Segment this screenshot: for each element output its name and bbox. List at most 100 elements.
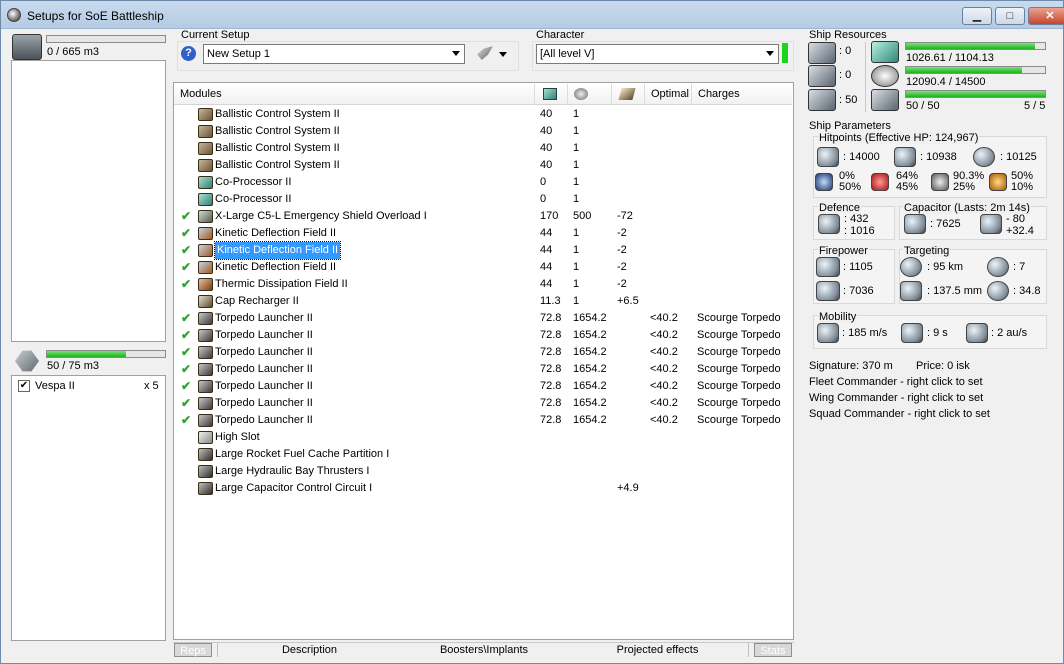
module-optimal: <40.2 [650, 380, 678, 392]
drone-list[interactable]: ✔ Vespa II x 5 [11, 375, 166, 641]
module-optimal: <40.2 [650, 346, 678, 358]
module-capacitor: -2 [617, 227, 627, 239]
column-header-powergrid[interactable] [568, 84, 612, 105]
explosive-resist-icon [989, 173, 1007, 191]
module-name: Torpedo Launcher II [215, 346, 313, 358]
module-icon [198, 278, 213, 291]
drone-bay-icon [15, 350, 39, 372]
module-charge: Scourge Torpedo [697, 329, 781, 341]
minimize-button[interactable]: ▁ [962, 7, 992, 25]
module-cpu: 170 [540, 210, 559, 222]
active-check-icon: ✔ [181, 396, 192, 410]
module-cpu: 72.8 [540, 380, 562, 392]
module-optimal: <40.2 [650, 312, 678, 324]
kinetic-resist: 90.3% 25% [953, 171, 984, 193]
module-row[interactable]: ✔ Kinetic Deflection Field II 44 1 -2 [174, 259, 790, 276]
module-name: Kinetic Deflection Field II [213, 241, 342, 260]
active-check-icon: ✔ [181, 260, 192, 274]
fleet-commander-slot[interactable]: Fleet Commander - right click to set [809, 376, 983, 388]
module-row[interactable]: ✔ Torpedo Launcher II 72.8 1654.2 <40.2 Scour… [174, 361, 790, 378]
module-icon [198, 380, 213, 393]
module-row[interactable]: High Slot [174, 429, 790, 446]
column-header-modules[interactable]: Modules [174, 84, 535, 105]
module-icon [198, 465, 213, 478]
wing-commander-slot[interactable]: Wing Commander - right click to set [809, 392, 983, 404]
options-chevron-down-icon[interactable] [499, 52, 507, 57]
module-rows: Ballistic Control System II 40 1 Ballistic … [174, 106, 790, 638]
module-row[interactable]: ✔ Torpedo Launcher II 72.8 1654.2 <40.2 Scour… [174, 327, 790, 344]
module-icon [198, 346, 213, 359]
kinetic-resist-icon [931, 173, 949, 191]
module-cpu: 11.3 [540, 295, 561, 307]
module-row[interactable]: Ballistic Control System II 40 1 [174, 140, 790, 157]
module-row[interactable]: Ballistic Control System II 40 1 [174, 157, 790, 174]
column-header-optimal[interactable]: Optimal [645, 84, 692, 105]
module-row[interactable]: ✔ Torpedo Launcher II 72.8 1654.2 <40.2 Scour… [174, 412, 790, 429]
chevron-down-icon [452, 51, 460, 56]
setup-select-value: New Setup 1 [207, 48, 270, 60]
thermal-resist: 64% 45% [896, 171, 918, 193]
help-icon[interactable]: ? [181, 46, 196, 61]
module-cpu: 40 [540, 125, 553, 137]
turret-hardpoints: : 0 [839, 45, 852, 57]
module-name: Torpedo Launcher II [215, 312, 313, 324]
stats-tab[interactable]: Stats [754, 643, 792, 657]
maximize-button[interactable]: □ [995, 7, 1025, 25]
module-row[interactable]: ✔ Thermic Dissipation Field II 44 1 -2 [174, 276, 790, 293]
module-icon [198, 108, 213, 121]
module-row[interactable]: Ballistic Control System II 40 1 [174, 123, 790, 140]
module-row[interactable]: Large Rocket Fuel Cache Partition I [174, 446, 790, 463]
module-capacitor: -2 [617, 278, 627, 290]
signature-radius: Signature: 370 m [809, 360, 893, 372]
module-powergrid: 1654.2 [573, 380, 607, 392]
module-row[interactable]: Co-Processor II 0 1 [174, 174, 790, 191]
column-header-capacitor[interactable] [612, 84, 645, 105]
powergrid-resource-icon [871, 65, 899, 87]
module-row[interactable]: ✔ Torpedo Launcher II 72.8 1654.2 <40.2 Scour… [174, 378, 790, 395]
setup-select[interactable]: New Setup 1 [203, 44, 465, 64]
reps-tab[interactable]: Reps [174, 643, 212, 657]
module-cpu: 44 [540, 244, 553, 256]
capacitor-delta-b: +32.4 [1006, 225, 1034, 237]
character-select[interactable]: [All level V] [536, 44, 779, 64]
column-header-cpu[interactable] [535, 84, 568, 105]
column-header-charges[interactable]: Charges [692, 84, 790, 105]
module-row[interactable]: Large Hydraulic Bay Thrusters I [174, 463, 790, 480]
module-powergrid: 1 [573, 142, 580, 154]
module-name: Kinetic Deflection Field II [215, 227, 337, 239]
module-row[interactable]: ✔ Kinetic Deflection Field II 44 1 -2 [174, 225, 790, 242]
hitpoints-label: Hitpoints (Effective HP: 124,967) [818, 132, 980, 144]
title-bar[interactable]: Setups for SoE Battleship ▁ □ ✕ [1, 1, 1064, 29]
module-row[interactable]: Co-Processor II 0 1 [174, 191, 790, 208]
close-button[interactable]: ✕ [1028, 7, 1064, 25]
module-row[interactable]: ✔ Kinetic Deflection Field II 44 1 -2 [174, 241, 790, 260]
module-icon [198, 176, 213, 189]
module-cpu: 0 [540, 176, 547, 188]
cargo-list[interactable] [11, 60, 166, 342]
module-icon [198, 244, 213, 257]
cpu-icon [543, 88, 557, 100]
velocity-icon [817, 323, 839, 343]
description-tab[interactable]: Description [217, 643, 401, 657]
module-row[interactable]: ✔ Torpedo Launcher II 72.8 1654.2 <40.2 Scour… [174, 310, 790, 327]
projected-effects-tab[interactable]: Projected effects [567, 643, 749, 657]
module-row[interactable]: ✔ Torpedo Launcher II 72.8 1654.2 <40.2 Scour… [174, 344, 790, 361]
explosive-resist-armor: 10% [1011, 181, 1034, 193]
module-row[interactable]: Ballistic Control System II 40 1 [174, 106, 790, 123]
module-cpu: 44 [540, 278, 553, 290]
module-powergrid: 1 [573, 244, 580, 256]
cpu-bar-fill [906, 43, 1036, 49]
module-icon [198, 227, 213, 240]
module-powergrid: 1654.2 [573, 312, 607, 324]
squad-commander-slot[interactable]: Squad Commander - right click to set [809, 408, 990, 420]
module-row[interactable]: Large Capacitor Control Circuit I +4.9 [174, 480, 790, 497]
capacitor-delta: - 80 +32.4 [1006, 213, 1034, 237]
module-powergrid: 1654.2 [573, 414, 607, 426]
boosters-implants-tab[interactable]: Boosters\Implants [401, 643, 567, 657]
module-row[interactable]: ✔ Torpedo Launcher II 72.8 1654.2 <40.2 Scour… [174, 395, 790, 412]
em-resist-icon [815, 173, 833, 191]
module-row[interactable]: Cap Recharger II 11.3 1 +6.5 [174, 293, 790, 310]
drone-checkbox[interactable]: ✔ [18, 380, 30, 392]
module-row[interactable]: ✔ X-Large C5-L Emergency Shield Overload … [174, 208, 790, 225]
module-cpu: 72.8 [540, 329, 562, 341]
